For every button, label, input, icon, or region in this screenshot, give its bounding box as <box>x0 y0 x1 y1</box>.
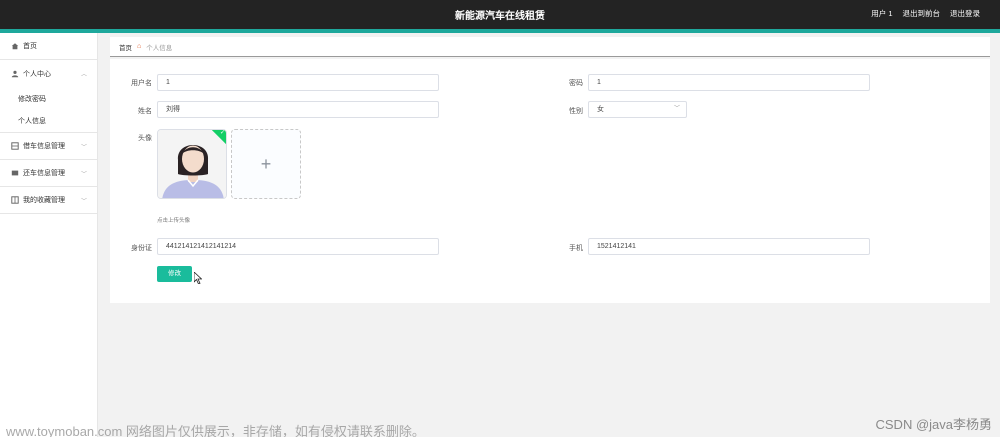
gender-select-value: 女 <box>597 106 604 113</box>
sidebar-item-personal-center[interactable]: 个人中心 ︿ <box>0 60 97 87</box>
submit-button[interactable]: 修改 <box>157 266 192 282</box>
home-icon <box>10 42 19 51</box>
back-to-front-link[interactable]: 退出到前台 <box>903 8 941 19</box>
upload-button[interactable]: + <box>231 129 301 199</box>
mouse-cursor-icon <box>193 271 203 287</box>
password-label: 密码 <box>569 80 583 87</box>
sidebar-item-borrow-management[interactable]: 借车信息管理 ﹀ <box>0 133 97 160</box>
user-icon <box>10 69 19 78</box>
plus-icon: + <box>260 153 272 174</box>
csdn-watermark: CSDN @java李杨勇 <box>875 417 993 432</box>
check-icon: ✓ <box>219 130 225 136</box>
home-icon: ⌂ <box>137 43 142 50</box>
top-bar: 新能源汽车在线租赁 用户 1 退出到前台 退出登录 <box>0 0 1000 33</box>
name-label: 姓名 <box>138 108 152 115</box>
sidebar-item-label: 借车信息管理 <box>23 143 65 150</box>
app-title: 新能源汽车在线租赁 <box>455 11 545 22</box>
gender-select[interactable]: 女 ﹀ <box>588 101 687 118</box>
current-user-link[interactable]: 用户 1 <box>871 8 892 19</box>
top-links: 用户 1 退出到前台 退出登录 <box>871 8 980 19</box>
sidebar-item-label: 首页 <box>23 43 37 50</box>
avatar-photo <box>158 130 226 198</box>
breadcrumb-home[interactable]: 首页 <box>119 42 132 52</box>
sidebar: 首页 个人中心 ︿ 修改密码 个人信息 借车信息管理 ﹀ 还车信息管理 ﹀ 我的… <box>0 33 98 437</box>
chevron-down-icon: ﹀ <box>673 106 680 112</box>
top-accent-line <box>0 29 1000 33</box>
avatar-label: 头像 <box>138 135 152 142</box>
password-field[interactable]: 1 <box>588 74 870 91</box>
sidebar-subitem-personal-info[interactable]: 个人信息 <box>0 110 97 133</box>
chevron-down-icon: ﹀ <box>80 199 87 205</box>
sidebar-item-label: 我的收藏管理 <box>23 197 65 204</box>
logout-link[interactable]: 退出登录 <box>950 8 980 19</box>
name-field[interactable]: 刘得 <box>157 101 439 118</box>
idcard-field[interactable]: 441214121412141214 <box>157 238 439 255</box>
sidebar-item-favorites-management[interactable]: 我的收藏管理 ﹀ <box>0 187 97 214</box>
grid-icon <box>10 196 19 205</box>
username-field[interactable]: 1 <box>157 74 439 91</box>
phone-field[interactable]: 1521412141 <box>588 238 870 255</box>
chevron-down-icon: ﹀ <box>80 145 87 151</box>
breadcrumb-current: 个人信息 <box>146 44 173 52</box>
sidebar-item-return-management[interactable]: 还车信息管理 ﹀ <box>0 160 97 187</box>
chevron-down-icon: ﹀ <box>80 172 87 178</box>
sidebar-item-label: 还车信息管理 <box>23 170 65 177</box>
sidebar-item-home[interactable]: 首页 <box>0 33 97 60</box>
grid-icon <box>10 169 19 178</box>
sidebar-subitem-change-password[interactable]: 修改密码 <box>0 87 97 110</box>
chevron-up-icon: ︿ <box>80 72 87 78</box>
upload-tip: 点击上传头像 <box>157 218 191 224</box>
sidebar-item-label: 个人中心 <box>23 70 51 78</box>
idcard-label: 身份证 <box>131 245 152 252</box>
watermark-text: www.toymoban.com 网络图片仅供展示，非存储，如有侵权请联系删除。 <box>6 424 425 437</box>
avatar-preview[interactable]: ✓ <box>157 129 227 199</box>
phone-label: 手机 <box>569 245 583 252</box>
grid-icon <box>10 142 19 151</box>
gender-label: 性别 <box>569 108 583 115</box>
username-label: 用户名 <box>131 80 152 87</box>
breadcrumb: 首页 ⌂ 个人信息 <box>110 37 990 57</box>
